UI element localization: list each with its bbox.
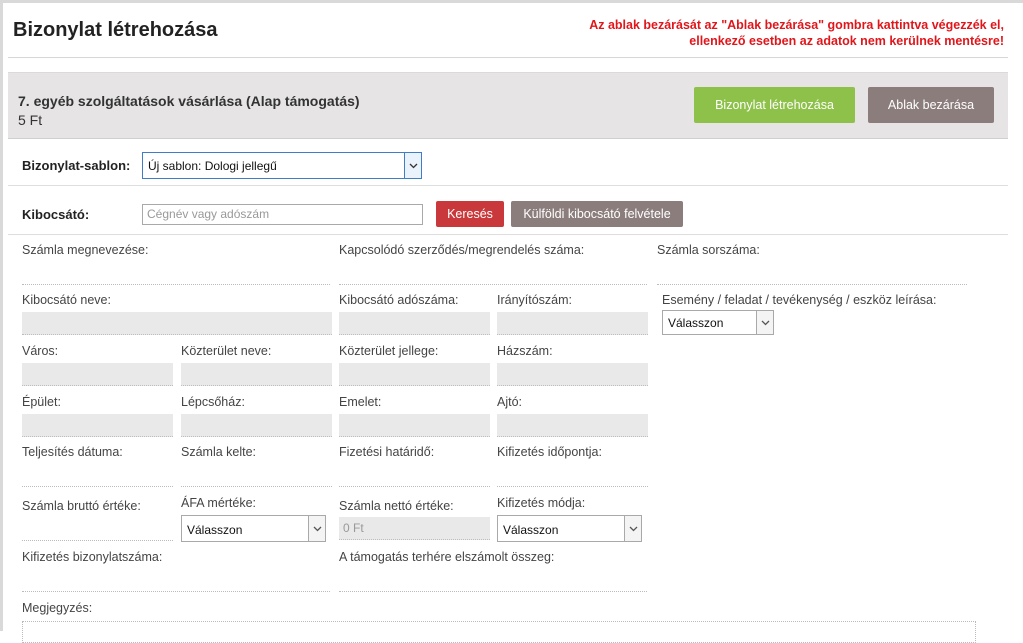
city-label: Város: bbox=[22, 344, 59, 358]
create-document-button[interactable]: Bizonylat létrehozása bbox=[694, 87, 855, 123]
payment-time-label: Kifizetés időpontja: bbox=[497, 445, 602, 459]
event-desc-select-value: Válasszon bbox=[668, 316, 724, 330]
floor-field bbox=[339, 414, 490, 437]
building-label: Épület: bbox=[22, 395, 61, 409]
invoice-name-field[interactable] bbox=[22, 284, 330, 285]
city-field bbox=[22, 363, 173, 386]
template-label: Bizonylat-sablon: bbox=[22, 158, 131, 173]
payment-time-field[interactable] bbox=[497, 486, 648, 487]
street-type-field bbox=[339, 363, 490, 386]
vat-rate-select[interactable]: Válasszon bbox=[181, 515, 326, 542]
net-value-display: 0 Ft bbox=[343, 521, 364, 535]
note-label: Megjegyzés: bbox=[22, 601, 93, 615]
chevron-down-icon bbox=[624, 516, 641, 541]
staircase-label: Lépcsőház: bbox=[181, 395, 245, 409]
issuer-tax-label: Kibocsátó adószáma: bbox=[339, 293, 459, 307]
floor-label: Emelet: bbox=[339, 395, 382, 409]
gross-value-field[interactable] bbox=[22, 540, 173, 541]
zip-field bbox=[497, 312, 648, 335]
template-select-value: Új sablon: Dologi jellegű bbox=[148, 159, 277, 173]
close-warning-line1: Az ablak bezárását az "Ablak bezárása" g… bbox=[589, 18, 1004, 32]
gross-value-label: Számla bruttó értéke: bbox=[22, 499, 141, 513]
page-title: Bizonylat létrehozása bbox=[13, 19, 218, 41]
payment-deadline-label: Fizetési határidő: bbox=[339, 445, 435, 459]
divider bbox=[8, 234, 1008, 235]
payment-method-select[interactable]: Válasszon bbox=[497, 515, 642, 542]
invoice-serial-field[interactable] bbox=[657, 284, 967, 285]
staircase-field bbox=[181, 414, 332, 437]
close-warning: Az ablak bezárását az "Ablak bezárása" g… bbox=[484, 17, 1004, 49]
add-foreign-issuer-button[interactable]: Külföldi kibocsátó felvétele bbox=[511, 201, 683, 227]
chevron-down-icon bbox=[404, 152, 422, 179]
net-value-label: Számla nettó értéke: bbox=[339, 499, 454, 513]
divider bbox=[8, 185, 1008, 186]
building-field bbox=[22, 414, 173, 437]
close-window-button[interactable]: Ablak bezárása bbox=[868, 87, 994, 123]
issuer-name-label: Kibocsátó neve: bbox=[22, 293, 111, 307]
issuer-label: Kibocsátó: bbox=[22, 207, 90, 222]
close-warning-line2: ellenkező esetben az adatok nem kerülnek… bbox=[689, 34, 1004, 48]
event-desc-label: Esemény / feladat / tevékenység / eszköz… bbox=[662, 293, 937, 307]
payment-deadline-field[interactable] bbox=[339, 486, 490, 487]
street-name-label: Közterület neve: bbox=[181, 344, 272, 358]
issuer-tax-field bbox=[339, 312, 490, 335]
support-amount-field[interactable] bbox=[339, 591, 647, 592]
contract-number-label: Kapcsolódó szerződés/megrendelés száma: bbox=[339, 243, 585, 257]
completion-date-label: Teljesítés dátuma: bbox=[22, 445, 123, 459]
payment-method-select-value: Válasszon bbox=[503, 523, 559, 537]
divider bbox=[8, 57, 1008, 58]
invoice-date-field[interactable] bbox=[181, 486, 332, 487]
net-value-field: 0 Ft bbox=[339, 517, 490, 540]
house-number-label: Házszám: bbox=[497, 344, 553, 358]
street-name-field bbox=[181, 363, 332, 386]
street-type-label: Közterület jellege: bbox=[339, 344, 439, 358]
search-button[interactable]: Keresés bbox=[436, 201, 504, 227]
issuer-name-field bbox=[22, 312, 332, 335]
door-field bbox=[497, 414, 648, 437]
payment-doc-number-field[interactable] bbox=[22, 591, 330, 592]
payment-method-label: Kifizetés módja: bbox=[497, 496, 586, 510]
window-frame-left bbox=[0, 0, 3, 631]
invoice-date-label: Számla kelte: bbox=[181, 445, 257, 459]
invoice-serial-label: Számla sorszáma: bbox=[657, 243, 760, 257]
issuer-search-input[interactable]: Cégnév vagy adószám bbox=[142, 204, 423, 225]
expense-amount: 5 Ft bbox=[18, 112, 43, 128]
template-select[interactable]: Új sablon: Dologi jellegű bbox=[142, 152, 422, 179]
event-desc-select[interactable]: Válasszon bbox=[662, 310, 774, 335]
completion-date-field[interactable] bbox=[22, 486, 173, 487]
window-frame-top bbox=[0, 0, 1023, 3]
support-amount-label: A támogatás terhére elszámolt összeg: bbox=[339, 550, 555, 564]
zip-label: Irányítószám: bbox=[497, 293, 573, 307]
invoice-name-label: Számla megnevezése: bbox=[22, 243, 149, 257]
house-number-field bbox=[497, 363, 648, 386]
chevron-down-icon bbox=[756, 311, 773, 334]
summary-band: 7. egyéb szolgáltatások vásárlása (Alap … bbox=[8, 72, 1008, 139]
chevron-down-icon bbox=[308, 516, 325, 541]
expense-category-title: 7. egyéb szolgáltatások vásárlása (Alap … bbox=[18, 93, 360, 109]
vat-rate-select-value: Válasszon bbox=[187, 523, 243, 537]
note-textarea[interactable] bbox=[22, 621, 976, 643]
door-label: Ajtó: bbox=[497, 395, 523, 409]
payment-doc-number-label: Kifizetés bizonylatszáma: bbox=[22, 550, 163, 564]
contract-number-field[interactable] bbox=[339, 284, 647, 285]
vat-rate-label: ÁFA mértéke: bbox=[181, 496, 257, 510]
